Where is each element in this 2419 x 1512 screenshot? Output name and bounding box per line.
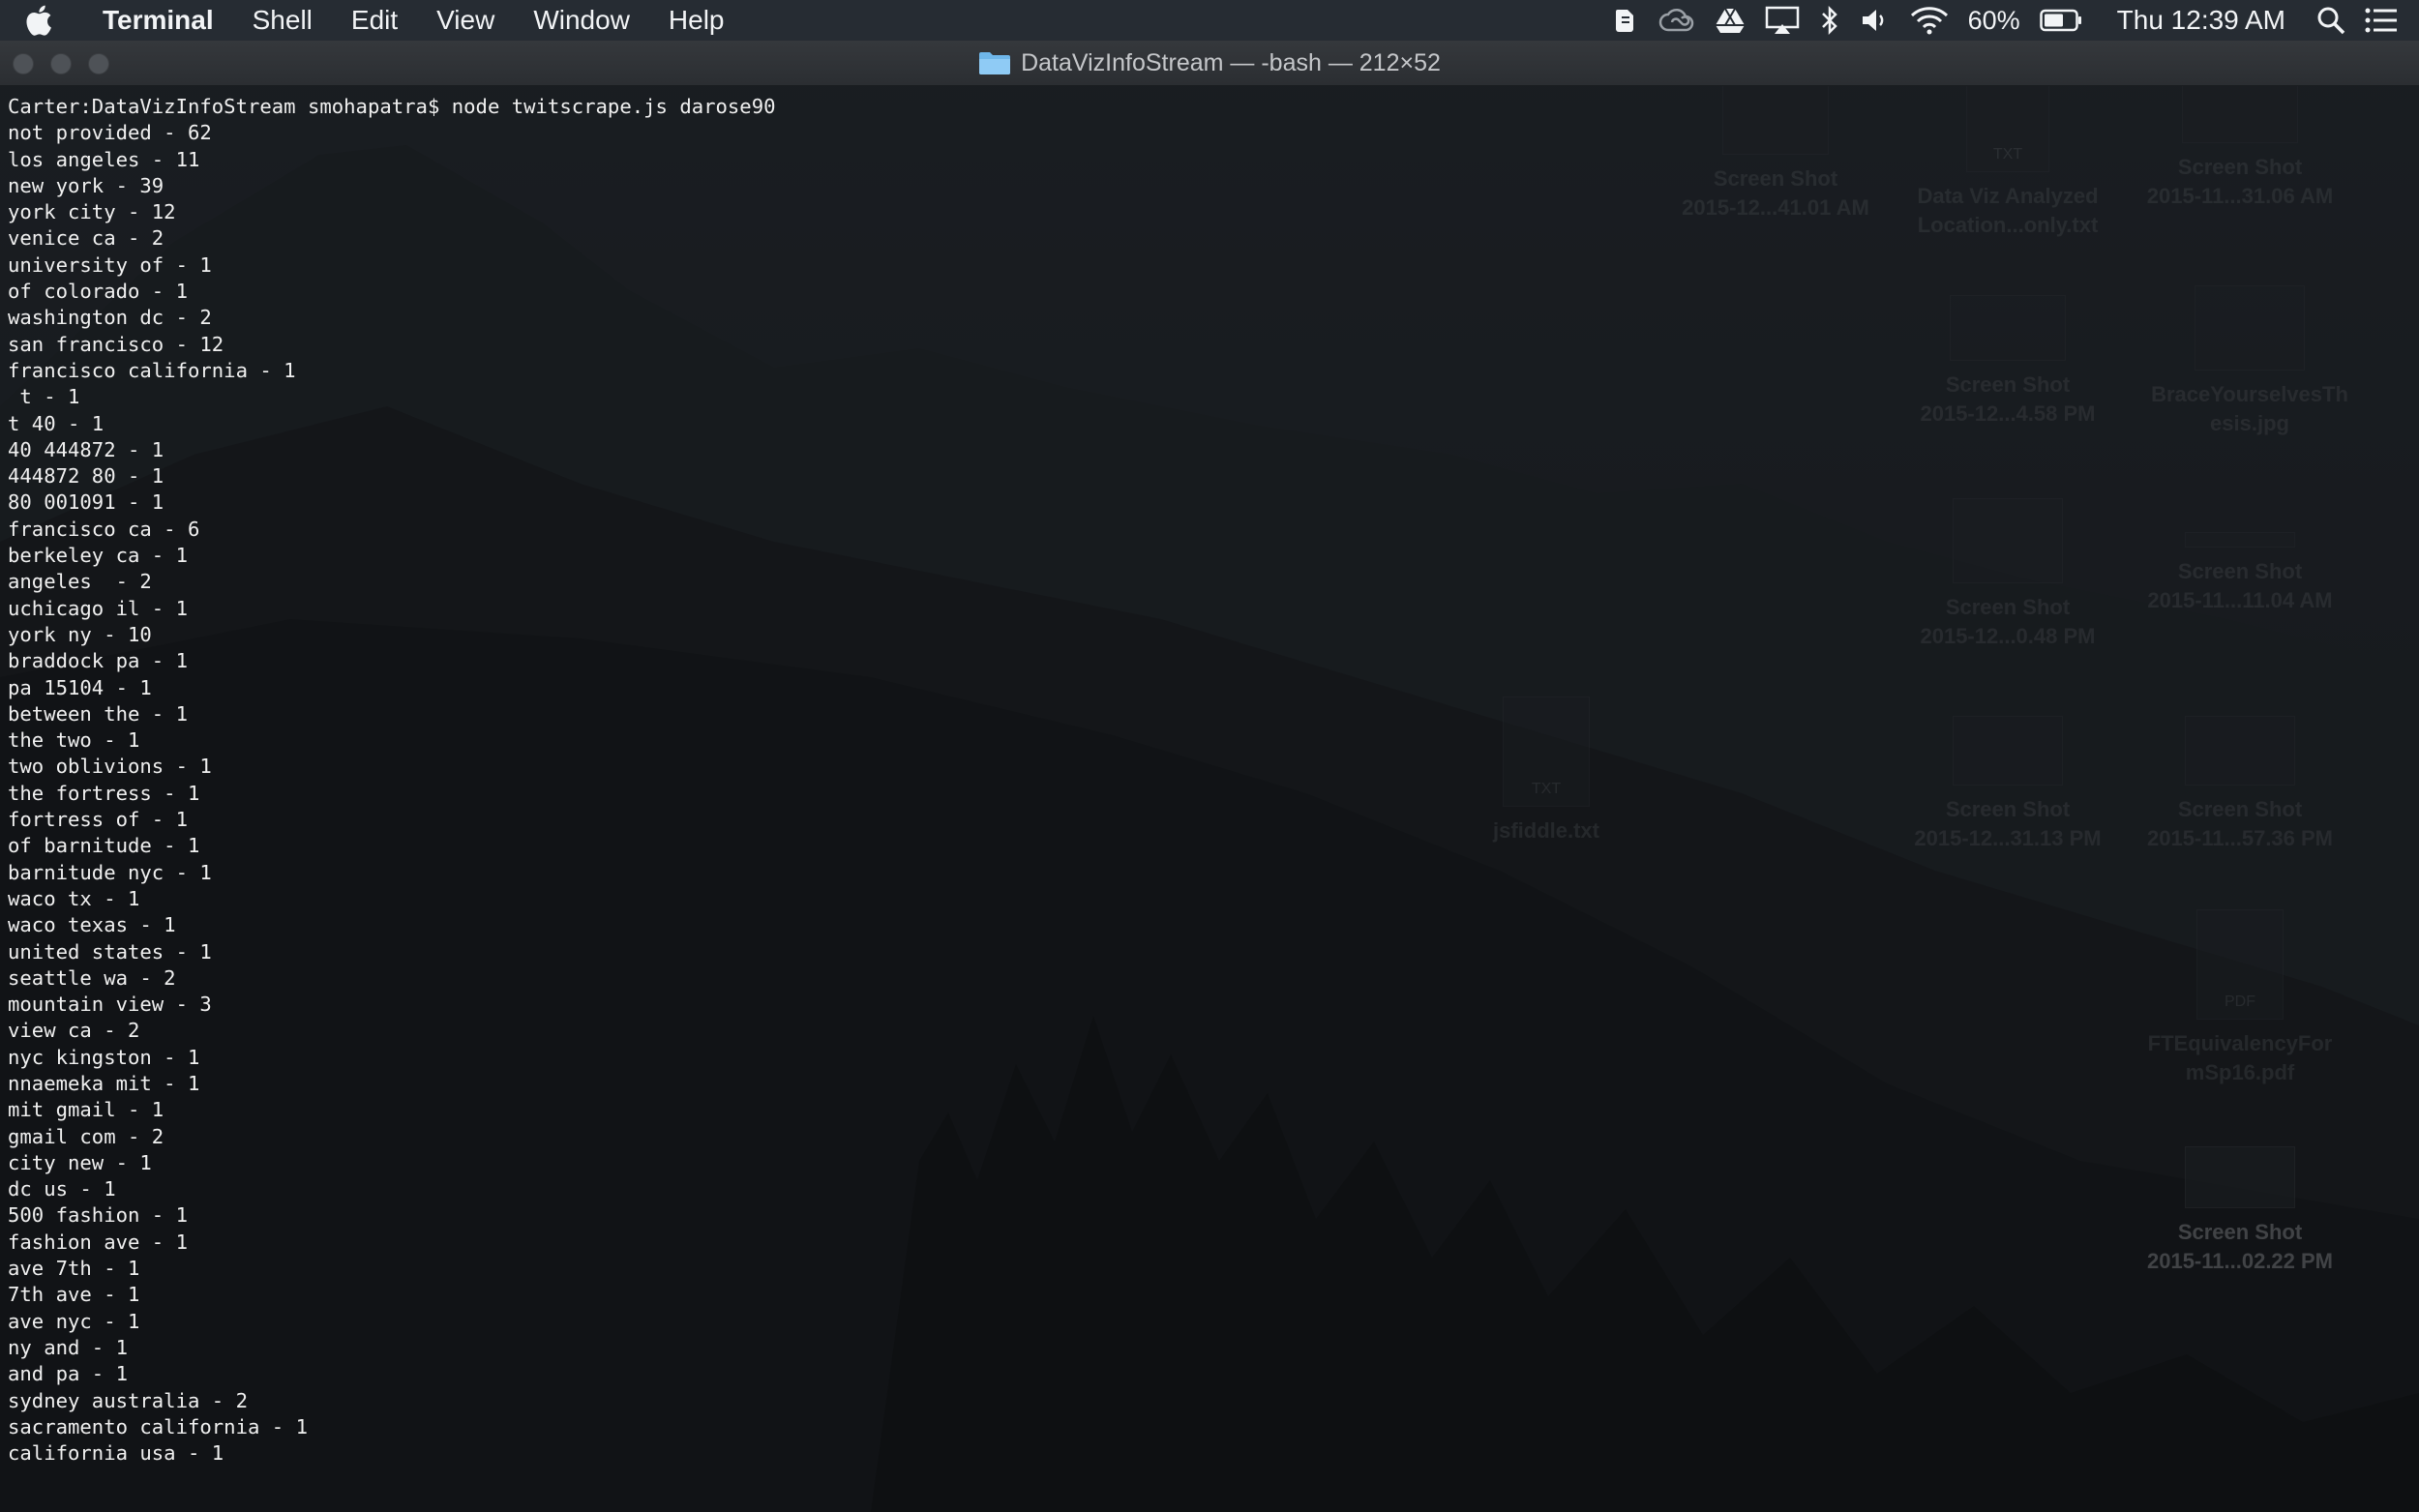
- output-line: nnaemeka mit - 1: [8, 1071, 200, 1095]
- volume-icon[interactable]: [1860, 0, 1891, 41]
- output-line: seattle wa - 2: [8, 965, 176, 990]
- battery-percentage[interactable]: 60%: [1968, 0, 2020, 41]
- wifi-icon[interactable]: [1910, 0, 1949, 41]
- airplay-icon[interactable]: [1765, 0, 1800, 41]
- output-line: ny and - 1: [8, 1335, 128, 1359]
- output-line: uchicago il - 1: [8, 596, 188, 620]
- spotlight-search-icon[interactable]: [2316, 0, 2345, 41]
- output-line: nyc kingston - 1: [8, 1045, 200, 1069]
- terminal-window: DataVizInfoStream — -bash — 212×52 Carte…: [0, 41, 2419, 1512]
- output-line: pa 15104 - 1: [8, 675, 152, 699]
- output-line: the two - 1: [8, 728, 140, 753]
- evernote-icon[interactable]: [1610, 0, 1639, 41]
- output-line: and pa - 1: [8, 1362, 128, 1386]
- output-line: 40 444872 - 1: [8, 437, 164, 461]
- output-line: gmail com - 2: [8, 1124, 164, 1148]
- output-line: waco texas - 1: [8, 913, 176, 937]
- output-line: angeles - 2: [8, 570, 152, 594]
- output-line: 80 001091 - 1: [8, 490, 164, 515]
- output-line: new york - 39: [8, 173, 164, 197]
- folder-icon: [979, 52, 1011, 74]
- output-line: not provided - 62: [8, 121, 212, 145]
- output-line: 7th ave - 1: [8, 1283, 140, 1307]
- output-line: city new - 1: [8, 1150, 152, 1174]
- menu-bar: Terminal Shell Edit View Window Help 60%…: [0, 0, 2419, 41]
- output-line: between the - 1: [8, 701, 188, 726]
- output-line: venice ca - 2: [8, 226, 164, 251]
- output-line: sacramento california - 1: [8, 1414, 308, 1438]
- apple-menu-icon[interactable]: [25, 0, 77, 41]
- output-line: berkeley ca - 1: [8, 544, 188, 568]
- output-line: fashion ave - 1: [8, 1230, 188, 1254]
- output-line: dc us - 1: [8, 1177, 116, 1201]
- output-line: waco tx - 1: [8, 886, 140, 910]
- window-title-area: DataVizInfoStream — -bash — 212×52: [0, 41, 2419, 85]
- output-line: mit gmail - 1: [8, 1098, 164, 1122]
- menu-shell[interactable]: Shell: [233, 0, 332, 41]
- window-titlebar[interactable]: DataVizInfoStream — -bash — 212×52: [0, 41, 2419, 86]
- creative-cloud-icon[interactable]: [1658, 0, 1695, 41]
- output-line: t 40 - 1: [8, 411, 105, 435]
- status-area: 60% Thu 12:39 AM: [1600, 0, 2419, 41]
- output-line: the fortress - 1: [8, 781, 200, 805]
- output-line: university of - 1: [8, 252, 212, 277]
- output-line: mountain view - 3: [8, 993, 212, 1017]
- output-line: of barnitude - 1: [8, 834, 200, 858]
- output-line: braddock pa - 1: [8, 649, 188, 673]
- output-line: 444872 80 - 1: [8, 464, 164, 489]
- terminal-content[interactable]: Carter:DataVizInfoStream smohapatra$ nod…: [0, 86, 2419, 1498]
- output-line: united states - 1: [8, 939, 212, 964]
- command-prompt-line: Carter:DataVizInfoStream smohapatra$ nod…: [8, 95, 776, 118]
- output-line: york ny - 10: [8, 622, 152, 646]
- app-menu-terminal[interactable]: Terminal: [77, 0, 233, 41]
- battery-icon[interactable]: [2039, 0, 2082, 41]
- output-line: two oblivions - 1: [8, 755, 212, 779]
- output-line: sydney australia - 2: [8, 1388, 248, 1412]
- output-line: los angeles - 11: [8, 147, 200, 171]
- bluetooth-icon[interactable]: [1819, 0, 1840, 41]
- output-line: of colorado - 1: [8, 280, 188, 304]
- output-line: washington dc - 2: [8, 306, 212, 330]
- output-line: ave nyc - 1: [8, 1309, 140, 1333]
- output-line: fortress of - 1: [8, 808, 188, 832]
- menu-help[interactable]: Help: [649, 0, 744, 41]
- output-line: t - 1: [8, 385, 80, 409]
- menu-window[interactable]: Window: [514, 0, 649, 41]
- output-line: francisco california - 1: [8, 358, 296, 382]
- output-line: ave 7th - 1: [8, 1257, 140, 1281]
- menu-view[interactable]: View: [417, 0, 514, 41]
- output-line: barnitude nyc - 1: [8, 860, 212, 884]
- notification-center-icon[interactable]: [2365, 0, 2398, 41]
- menubar-clock[interactable]: Thu 12:39 AM: [2117, 0, 2285, 41]
- terminal-output: Carter:DataVizInfoStream smohapatra$ nod…: [8, 94, 776, 1467]
- output-line: california usa - 1: [8, 1441, 224, 1466]
- menu-edit[interactable]: Edit: [332, 0, 417, 41]
- output-line: francisco ca - 6: [8, 517, 200, 541]
- google-drive-icon[interactable]: [1715, 0, 1746, 41]
- output-line: view ca - 2: [8, 1019, 140, 1043]
- output-line: 500 fashion - 1: [8, 1203, 188, 1228]
- window-title: DataVizInfoStream — -bash — 212×52: [1021, 48, 1441, 76]
- output-line: york city - 12: [8, 200, 176, 224]
- output-line: san francisco - 12: [8, 332, 224, 356]
